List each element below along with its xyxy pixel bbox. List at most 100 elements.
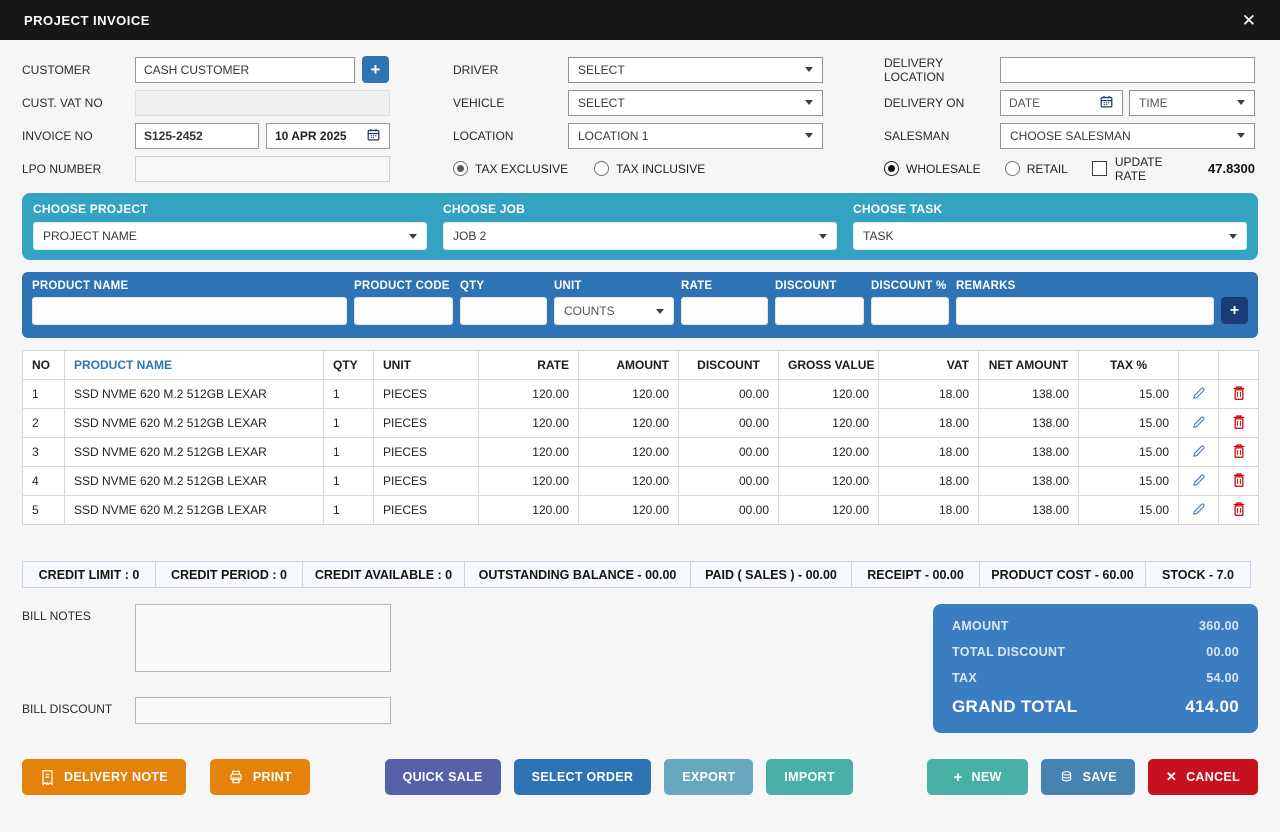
cell-qty: 1 xyxy=(323,495,374,525)
driver-select[interactable]: SELECT xyxy=(568,56,823,83)
delivery-note-button[interactable]: DELIVERY NOTE xyxy=(22,759,186,795)
export-button[interactable]: EXPORT xyxy=(664,759,754,795)
delivery-location-label: DELIVERY LOCATION xyxy=(884,55,945,84)
customer-input[interactable] xyxy=(135,56,355,83)
table-row: 1 SSD NVME 620 M.2 512GB LEXAR 1 PIECES 120.… xyxy=(22,379,1259,409)
import-button[interactable]: IMPORT xyxy=(766,759,853,795)
delete-icon[interactable] xyxy=(1232,443,1246,462)
project-select[interactable]: PROJECT NAME xyxy=(33,222,427,250)
printer-icon xyxy=(228,769,244,785)
unit-select-value: COUNTS xyxy=(564,304,615,318)
delivery-time-value: TIME xyxy=(1139,95,1168,110)
edit-cell[interactable] xyxy=(1178,379,1219,409)
cell-product: SSD NVME 620 M.2 512GB LEXAR xyxy=(64,495,324,525)
plus-icon: + xyxy=(953,768,963,786)
edit-cell[interactable] xyxy=(1178,466,1219,496)
delivery-on-label: DELIVERY ON xyxy=(884,95,965,110)
cell-net: 138.00 xyxy=(978,408,1079,438)
delivery-location-input[interactable] xyxy=(1000,56,1255,83)
table-header-row: NO PRODUCT NAME QTY UNIT RATE AMOUNT DISCOUNT G… xyxy=(22,350,1259,380)
lpo-number-input[interactable] xyxy=(135,155,390,182)
edit-icon[interactable] xyxy=(1191,416,1207,433)
salesman-select[interactable]: CHOOSE SALESMAN xyxy=(1000,122,1255,149)
delete-icon[interactable] xyxy=(1232,472,1246,491)
titlebar: PROJECT INVOICE ✕ xyxy=(0,0,1280,40)
edit-icon[interactable] xyxy=(1191,503,1207,520)
cell-rate: 120.00 xyxy=(478,495,579,525)
cust-vat-input[interactable] xyxy=(135,89,390,116)
location-label: LOCATION xyxy=(453,128,514,143)
delivery-date-value: DATE xyxy=(1009,95,1041,110)
quick-sale-button[interactable]: QUICK SALE xyxy=(384,759,501,795)
vehicle-select[interactable]: SELECT xyxy=(568,89,823,116)
cell-no: 5 xyxy=(22,495,65,525)
tax-inclusive-radio[interactable]: TAX INCLUSIVE xyxy=(594,161,705,176)
summary-value: 54.00 xyxy=(1206,671,1239,685)
discount-percent-input[interactable] xyxy=(871,297,949,325)
delete-cell[interactable] xyxy=(1218,437,1259,467)
task-select[interactable]: TASK xyxy=(853,222,1247,250)
location-select[interactable]: LOCATION 1 xyxy=(568,122,823,149)
product-name-input[interactable] xyxy=(32,297,347,325)
quick-sale-label: QUICK SALE xyxy=(402,770,483,784)
save-button[interactable]: SAVE xyxy=(1040,759,1135,795)
wholesale-radio[interactable]: WHOLESALE xyxy=(884,161,981,176)
delete-cell[interactable] xyxy=(1218,466,1259,496)
cell-tax: 15.00 xyxy=(1078,437,1179,467)
delivery-note-label: DELIVERY NOTE xyxy=(64,770,168,784)
credit-info-cell: CREDIT AVAILABLE : 0 xyxy=(302,561,465,588)
edit-icon[interactable] xyxy=(1191,387,1207,404)
print-button[interactable]: PRINT xyxy=(209,759,310,795)
cell-vat: 18.00 xyxy=(878,495,979,525)
product-code-input[interactable] xyxy=(354,297,453,325)
delete-icon[interactable] xyxy=(1232,501,1246,520)
tax-exclusive-radio[interactable]: TAX EXCLUSIVE xyxy=(453,161,568,176)
chevron-down-icon xyxy=(1237,100,1245,105)
cell-net: 138.00 xyxy=(978,379,1079,409)
edit-cell[interactable] xyxy=(1178,408,1219,438)
discount-input[interactable] xyxy=(775,297,864,325)
job-select[interactable]: JOB 2 xyxy=(443,222,837,250)
edit-icon[interactable] xyxy=(1191,474,1207,491)
delete-icon[interactable] xyxy=(1232,385,1246,404)
cell-amount: 120.00 xyxy=(578,408,679,438)
qty-input[interactable] xyxy=(460,297,547,325)
add-customer-button[interactable]: + xyxy=(362,56,389,83)
cell-no: 1 xyxy=(22,379,65,409)
invoice-date-picker[interactable]: 10 APR 2025 xyxy=(266,122,390,149)
edit-cell[interactable] xyxy=(1178,495,1219,525)
calendar-icon xyxy=(366,127,381,145)
edit-cell[interactable] xyxy=(1178,437,1219,467)
bill-discount-input[interactable] xyxy=(135,697,391,724)
add-line-button[interactable]: + xyxy=(1221,297,1248,324)
cell-gross: 120.00 xyxy=(778,379,879,409)
unit-select[interactable]: COUNTS xyxy=(554,297,674,325)
delete-cell[interactable] xyxy=(1218,495,1259,525)
delete-cell[interactable] xyxy=(1218,379,1259,409)
select-order-label: SELECT ORDER xyxy=(531,770,634,784)
product-name-label: PRODUCT NAME xyxy=(32,280,129,292)
chevron-down-icon xyxy=(805,100,813,105)
unit-label: UNIT xyxy=(554,280,582,292)
vehicle-select-value: SELECT xyxy=(578,95,625,110)
cancel-button[interactable]: ✕ CANCEL xyxy=(1147,759,1258,795)
delivery-date-picker[interactable]: DATE xyxy=(1000,89,1123,116)
cell-tax: 15.00 xyxy=(1078,466,1179,496)
remarks-input[interactable] xyxy=(956,297,1214,325)
exchange-rate-value: 47.8300 xyxy=(1208,161,1255,176)
qty-label: QTY xyxy=(460,280,485,292)
select-order-button[interactable]: SELECT ORDER xyxy=(513,759,652,795)
new-button[interactable]: + NEW xyxy=(927,759,1028,795)
rate-input[interactable] xyxy=(681,297,768,325)
update-rate-checkbox[interactable]: UPDATE RATE xyxy=(1091,155,1184,183)
delete-cell[interactable] xyxy=(1218,408,1259,438)
invoice-no-input[interactable] xyxy=(135,122,259,149)
chevron-down-icon xyxy=(1229,233,1237,239)
close-icon[interactable]: ✕ xyxy=(1242,12,1256,29)
bill-notes-textarea[interactable] xyxy=(135,604,391,672)
edit-icon[interactable] xyxy=(1191,445,1207,462)
retail-radio[interactable]: RETAIL xyxy=(1004,161,1068,176)
delivery-time-select[interactable]: TIME xyxy=(1129,89,1255,116)
delete-icon[interactable] xyxy=(1232,414,1246,433)
print-label: PRINT xyxy=(252,770,292,784)
